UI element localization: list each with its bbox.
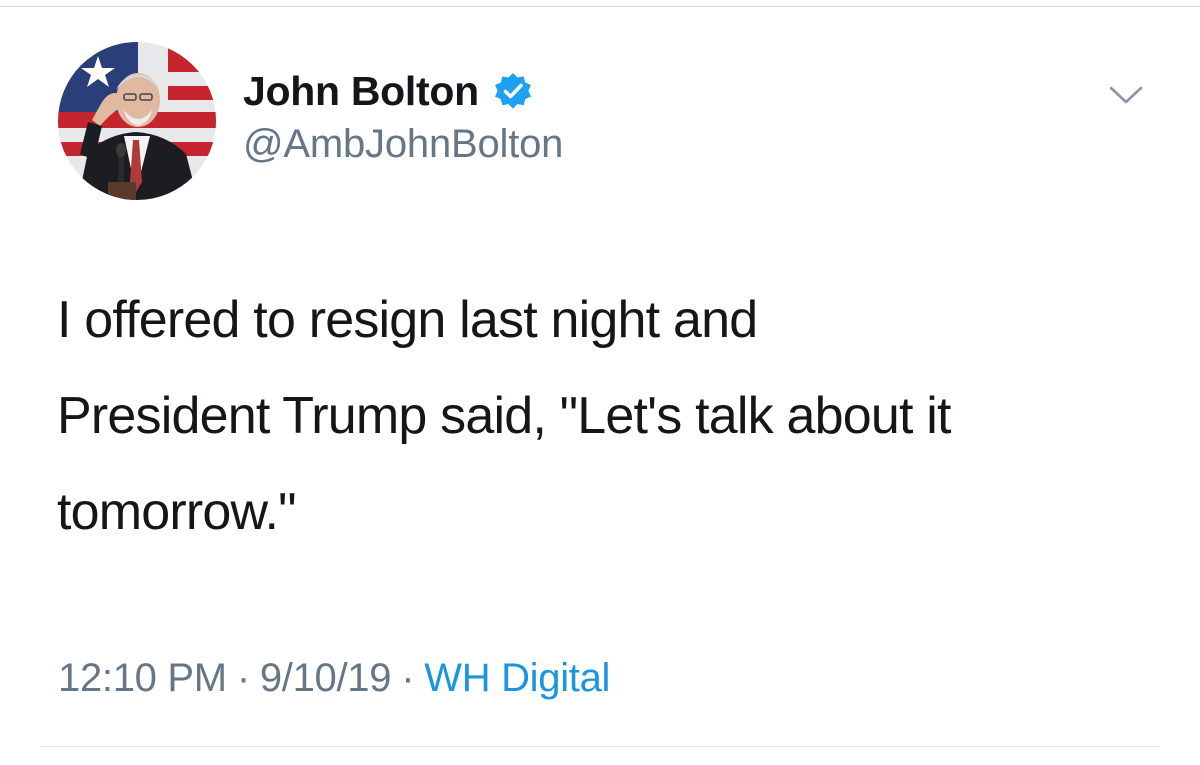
chevron-down-icon[interactable] [1108,84,1144,106]
profile-photo [58,42,216,200]
tweet-line: President Trump said, "Let's talk about … [57,387,952,445]
tweet-text: I offered to resign last night and Presi… [57,272,1167,560]
tweet-line: I offered to resign last night and [57,291,758,349]
bottom-divider [40,746,1160,747]
tweet-date[interactable]: 9/10/19 [260,656,392,700]
tweet-meta: 12:10 PM · 9/10/19 · WH Digital [58,656,610,701]
verified-badge-icon [494,73,531,109]
tweet-source-link[interactable]: WH Digital [424,656,610,700]
user-handle[interactable]: @AmbJohnBolton [243,122,563,167]
top-divider [0,6,1200,7]
meta-separator: · [236,656,250,700]
avatar[interactable] [58,42,216,200]
tweet-time[interactable]: 12:10 PM [58,656,227,700]
tweet-line: tomorrow." [57,483,297,541]
meta-separator: · [401,656,415,700]
name-row: John Bolton [243,66,533,116]
display-name[interactable]: John Bolton [243,68,479,115]
